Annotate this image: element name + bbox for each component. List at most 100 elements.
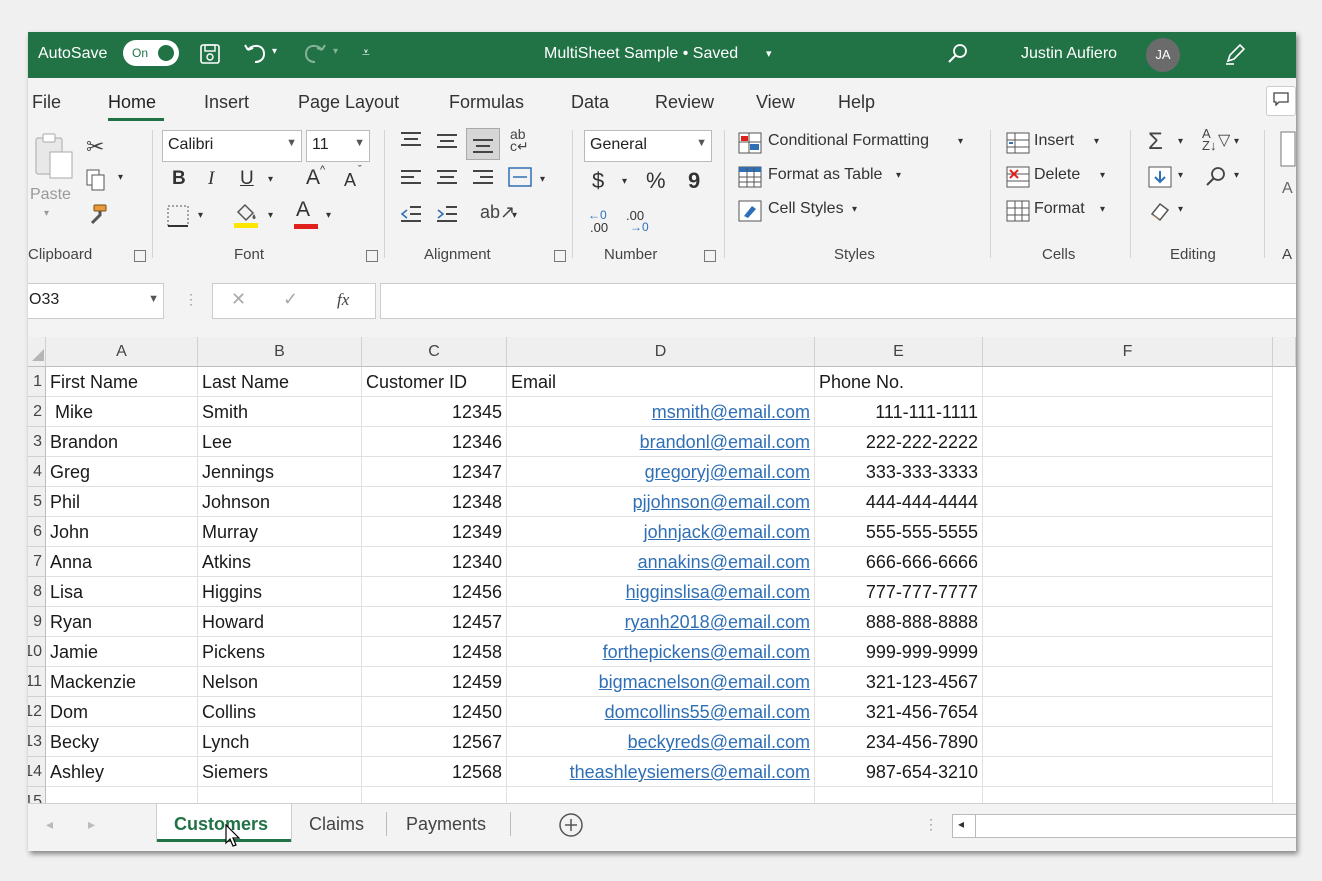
conditional-formatting-button[interactable]: Conditional Formatting: [768, 132, 929, 150]
cell-email-link[interactable]: higginslisa@email.com: [507, 577, 815, 607]
currency-button[interactable]: $: [592, 168, 604, 194]
insert-cells-dropdown-icon[interactable]: ▾: [1094, 136, 1099, 147]
cell-first-name[interactable]: Brandon: [46, 427, 198, 457]
cell-email-link[interactable]: annakins@email.com: [507, 547, 815, 577]
increase-indent-icon[interactable]: [436, 204, 458, 229]
row-header[interactable]: 5: [28, 487, 46, 517]
sheet-tab-claims[interactable]: Claims: [309, 814, 364, 835]
row-header[interactable]: 3: [28, 427, 46, 457]
scroll-tabs-right-icon[interactable]: ▸: [88, 816, 95, 833]
insert-cells-button[interactable]: Insert: [1034, 132, 1074, 150]
customize-toolbar-icon[interactable]: ⩡: [362, 44, 370, 61]
grow-font-button[interactable]: A: [306, 166, 320, 190]
cell-phone[interactable]: 777-777-7777: [815, 577, 983, 607]
cell-empty[interactable]: [983, 427, 1273, 457]
cell-email-link[interactable]: bigmacnelson@email.com: [507, 667, 815, 697]
tab-help[interactable]: Help: [838, 92, 875, 113]
tab-formulas[interactable]: Formulas: [449, 92, 524, 113]
delete-cells-dropdown-icon[interactable]: ▾: [1100, 170, 1105, 181]
cell-last-name[interactable]: Lynch: [198, 727, 362, 757]
undo-icon[interactable]: [242, 40, 270, 72]
column-header-e[interactable]: E: [815, 337, 983, 367]
underline-dropdown-icon[interactable]: ▾: [268, 174, 273, 185]
borders-dropdown-icon[interactable]: ▾: [198, 210, 203, 221]
decrease-indent-icon[interactable]: [400, 204, 422, 229]
cell-empty[interactable]: [983, 487, 1273, 517]
cell-email-link[interactable]: forthepickens@email.com: [507, 637, 815, 667]
autosum-icon[interactable]: Σ: [1148, 128, 1163, 156]
header-last-name[interactable]: Last Name: [198, 367, 362, 397]
fill-dropdown-icon[interactable]: ▾: [1178, 170, 1183, 181]
cell-last-name[interactable]: Pickens: [198, 637, 362, 667]
format-cells-button[interactable]: Format: [1034, 200, 1085, 218]
cell-first-name[interactable]: Ryan: [46, 607, 198, 637]
tab-insert[interactable]: Insert: [204, 92, 249, 113]
save-icon[interactable]: [198, 42, 222, 72]
cell-last-name[interactable]: Higgins: [198, 577, 362, 607]
cell-styles-dropdown-icon[interactable]: ▾: [852, 204, 857, 215]
tab-data[interactable]: Data: [571, 92, 609, 113]
cancel-icon[interactable]: ✕: [231, 289, 246, 310]
column-header-c[interactable]: C: [362, 337, 507, 367]
wrap-text-icon[interactable]: ab c↵: [510, 127, 529, 153]
fill-color-icon[interactable]: [232, 200, 260, 235]
comments-icon[interactable]: [1266, 86, 1296, 116]
paste-dropdown-icon[interactable]: ▾: [44, 208, 49, 219]
cell-last-name[interactable]: Siemers: [198, 757, 362, 787]
font-color-button[interactable]: A: [296, 198, 310, 222]
cell-first-name[interactable]: Phil: [46, 487, 198, 517]
cell-email-link[interactable]: johnjack@email.com: [507, 517, 815, 547]
cell-customer-id[interactable]: 12346: [362, 427, 507, 457]
cell-email-link[interactable]: msmith@email.com: [507, 397, 815, 427]
redo-icon[interactable]: [300, 40, 328, 72]
font-launcher-icon[interactable]: [366, 250, 378, 262]
cell-customer-id[interactable]: 12456: [362, 577, 507, 607]
cell-customer-id[interactable]: 12459: [362, 667, 507, 697]
tab-home[interactable]: Home: [108, 92, 156, 113]
font-name-select[interactable]: Calibri ▼: [162, 130, 302, 162]
cell-empty[interactable]: [983, 457, 1273, 487]
cell-phone[interactable]: 222-222-2222: [815, 427, 983, 457]
cell-empty[interactable]: [983, 607, 1273, 637]
cell-first-name[interactable]: Mike: [46, 397, 198, 427]
currency-dropdown-icon[interactable]: ▾: [622, 176, 627, 187]
cell-first-name[interactable]: Ashley: [46, 757, 198, 787]
row-header[interactable]: 10: [28, 637, 46, 667]
pen-icon[interactable]: [1222, 41, 1248, 73]
row-header[interactable]: 6: [28, 517, 46, 547]
cell-last-name[interactable]: Collins: [198, 697, 362, 727]
cell-phone[interactable]: 234-456-7890: [815, 727, 983, 757]
font-size-select[interactable]: 11 ▼: [306, 130, 370, 162]
cell-empty[interactable]: [983, 727, 1273, 757]
avatar[interactable]: JA: [1146, 38, 1180, 72]
cell-first-name[interactable]: Mackenzie: [46, 667, 198, 697]
cell-last-name[interactable]: Nelson: [198, 667, 362, 697]
column-header-a[interactable]: A: [46, 337, 198, 367]
cell-first-name[interactable]: Becky: [46, 727, 198, 757]
fill-icon[interactable]: [1148, 166, 1172, 193]
comma-style-button[interactable]: 9: [688, 168, 700, 194]
align-bottom-button[interactable]: [466, 128, 500, 160]
clear-dropdown-icon[interactable]: ▾: [1178, 204, 1183, 215]
cell-empty[interactable]: [983, 667, 1273, 697]
autosave-toggle[interactable]: On: [123, 40, 179, 66]
row-header[interactable]: 9: [28, 607, 46, 637]
cell-first-name[interactable]: John: [46, 517, 198, 547]
scroll-tabs-left-icon[interactable]: ◂: [46, 816, 53, 833]
align-middle-icon[interactable]: [436, 130, 458, 155]
paste-icon[interactable]: [32, 132, 76, 187]
copy-dropdown-icon[interactable]: ▾: [118, 172, 123, 183]
format-as-table-dropdown-icon[interactable]: ▾: [896, 170, 901, 181]
cell-customer-id[interactable]: 12340: [362, 547, 507, 577]
cell-customer-id[interactable]: 12345: [362, 397, 507, 427]
header-first-name[interactable]: First Name: [46, 367, 198, 397]
cell-last-name[interactable]: Howard: [198, 607, 362, 637]
worksheet-grid[interactable]: ABCDEF 123456789101112131415 First NameL…: [28, 337, 1296, 817]
format-cells-dropdown-icon[interactable]: ▾: [1100, 204, 1105, 215]
formula-input[interactable]: [380, 283, 1296, 319]
enter-icon[interactable]: ✓: [283, 289, 298, 310]
row-header[interactable]: 7: [28, 547, 46, 577]
cell-customer-id[interactable]: 12458: [362, 637, 507, 667]
cut-icon[interactable]: ✂: [86, 134, 104, 160]
sheet-tab-payments[interactable]: Payments: [406, 814, 486, 835]
